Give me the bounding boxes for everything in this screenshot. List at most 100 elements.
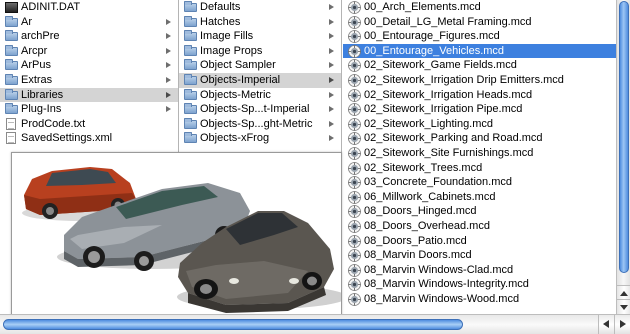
mcd-file-icon [348, 220, 361, 233]
list-item[interactable]: ADINIT.DAT [0, 0, 178, 15]
chevron-right-icon [328, 44, 336, 58]
list-item[interactable]: Objects-xFrog [179, 131, 341, 146]
file-item[interactable]: 08_Marvin Windows-Clad.mcd [343, 263, 616, 278]
file-item[interactable]: 00_Detail_LG_Metal Framing.mcd [343, 15, 616, 30]
file-item[interactable]: 06_Millwork_Cabinets.mcd [343, 190, 616, 205]
file-item[interactable]: 02_Sitework_Site Furnishings.mcd [343, 146, 616, 161]
item-label: 08_Doors_Patio.mcd [364, 234, 467, 247]
list-item[interactable]: Arcpr [0, 44, 178, 59]
folder-icon [5, 103, 18, 115]
chevron-right-icon [328, 73, 336, 87]
chevron-right-icon [328, 88, 336, 102]
item-label: Objects-Sp...t-Imperial [200, 103, 310, 116]
vertical-scrollbar[interactable] [616, 0, 630, 314]
list-item[interactable]: Objects-Imperial [179, 72, 341, 88]
file-item[interactable]: 02_Sitework_Trees.mcd [343, 161, 616, 176]
mcd-file-icon [348, 1, 361, 14]
file-item[interactable]: 03_Concrete_Foundation.mcd [343, 175, 616, 190]
folder-icon [184, 59, 197, 71]
horizontal-scrollbar[interactable] [0, 314, 630, 334]
file-item[interactable]: 08_Marvin Windows-Integrity.mcd [343, 277, 616, 292]
list-item[interactable]: ProdCode.txt [0, 117, 178, 132]
item-label: Objects-Imperial [200, 73, 281, 86]
file-item[interactable]: 02_Sitework_Irrigation Drip Emitters.mcd [343, 73, 616, 88]
list-item[interactable]: ArPus [0, 58, 178, 73]
file-item[interactable]: 02_Sitework_Irrigation Pipe.mcd [343, 102, 616, 117]
file-item[interactable]: 02_Sitework_Irrigation Heads.mcd [343, 88, 616, 103]
list-item[interactable]: Image Props [179, 44, 341, 59]
mcd-file-icon [348, 234, 361, 248]
folder-icon [184, 30, 197, 42]
file-item[interactable]: 08_Doors_Patio.mcd [343, 234, 616, 249]
file-item[interactable]: 02_Sitework_Parking and Road.mcd [343, 131, 616, 146]
folder-icon [184, 73, 197, 85]
file-item[interactable]: 08_Marvin Doors.mcd [343, 248, 616, 263]
file-item[interactable]: 00_Entourage_Figures.mcd [343, 29, 616, 44]
chevron-right-icon [165, 102, 173, 116]
item-label: Object Sampler [200, 59, 276, 72]
list-item[interactable]: Image Fills [179, 29, 341, 44]
item-label: 02_Sitework_Lighting.mcd [364, 117, 494, 130]
scroll-down-button[interactable] [617, 299, 630, 314]
item-label: ProdCode.txt [21, 117, 86, 130]
mcd-file-icon [348, 147, 361, 160]
item-label: 03_Concrete_Foundation.mcd [364, 176, 512, 189]
mcd-file-icon [348, 263, 361, 277]
list-item[interactable]: Extras [0, 73, 178, 88]
list-item[interactable]: Object Sampler [179, 58, 341, 73]
item-label: archPre [21, 30, 60, 43]
folder-icon [5, 88, 18, 100]
list-item[interactable]: Plug-Ins [0, 102, 178, 117]
file-item[interactable]: 00_Arch_Elements.mcd [343, 0, 616, 15]
folder-icon [184, 44, 197, 56]
file-item[interactable]: 02_Sitework_Lighting.mcd [343, 117, 616, 132]
item-label: Ar [21, 15, 32, 28]
item-label: 02_Sitework_Site Furnishings.mcd [364, 146, 534, 159]
list-item[interactable]: Objects-Sp...t-Imperial [179, 102, 341, 117]
list-item[interactable]: archPre [0, 29, 178, 44]
item-label: 02_Sitework_Game Fields.mcd [364, 59, 517, 72]
scroll-up-button[interactable] [617, 285, 630, 300]
item-label: Arcpr [21, 44, 48, 57]
chevron-right-icon [328, 15, 336, 29]
list-item[interactable]: Libraries [0, 87, 178, 103]
item-label: Libraries [21, 88, 64, 101]
list-item[interactable]: Defaults [179, 0, 341, 15]
mcd-file-icon [348, 74, 361, 87]
item-label: Objects-xFrog [200, 132, 270, 145]
item-label: 02_Sitework_Trees.mcd [364, 161, 483, 174]
list-item[interactable]: Ar [0, 15, 178, 30]
list-item[interactable]: Hatches [179, 15, 341, 30]
mcd-file-icon [348, 59, 361, 73]
list-item[interactable]: Objects-Sp...ght-Metric [179, 117, 341, 132]
mcd-file-icon [348, 249, 361, 262]
vertical-scroll-thumb[interactable] [619, 1, 629, 273]
mcd-file-icon [348, 103, 361, 117]
scroll-right-button[interactable] [614, 315, 630, 334]
chevron-right-icon [165, 29, 173, 43]
item-label: SavedSettings.xml [21, 132, 113, 145]
list-item[interactable]: SavedSettings.xml [0, 131, 178, 146]
chevron-right-icon [165, 58, 173, 72]
item-label: Objects-Sp...ght-Metric [200, 117, 313, 130]
mcd-file-icon [348, 132, 361, 146]
item-label: 00_Detail_LG_Metal Framing.mcd [364, 15, 532, 28]
chevron-right-icon [165, 73, 173, 87]
file-item[interactable]: 08_Doors_Overhead.mcd [343, 219, 616, 234]
file-item[interactable]: 00_Entourage_Vehicles.mcd [343, 43, 616, 59]
item-label: 00_Entourage_Vehicles.mcd [364, 44, 505, 57]
folder-icon [5, 59, 18, 71]
list-item[interactable]: Objects-Metric [179, 88, 341, 103]
file-item[interactable]: 08_Marvin Windows-Wood.mcd [343, 292, 616, 307]
item-label: 06_Millwork_Cabinets.mcd [364, 190, 496, 203]
horizontal-scroll-thumb[interactable] [3, 319, 463, 330]
folder-icon [5, 44, 18, 56]
folder-icon [5, 15, 18, 27]
folder-icon [184, 117, 197, 129]
chevron-right-icon [328, 117, 336, 131]
file-item[interactable]: 02_Sitework_Game Fields.mcd [343, 58, 616, 73]
file-item[interactable]: 08_Doors_Hinged.mcd [343, 204, 616, 219]
chevron-right-icon [328, 58, 336, 72]
scroll-left-button[interactable] [598, 315, 614, 334]
column-objects-imperial[interactable]: 00_Arch_Elements.mcd 00_Detail_LG_Metal F… [343, 0, 616, 314]
